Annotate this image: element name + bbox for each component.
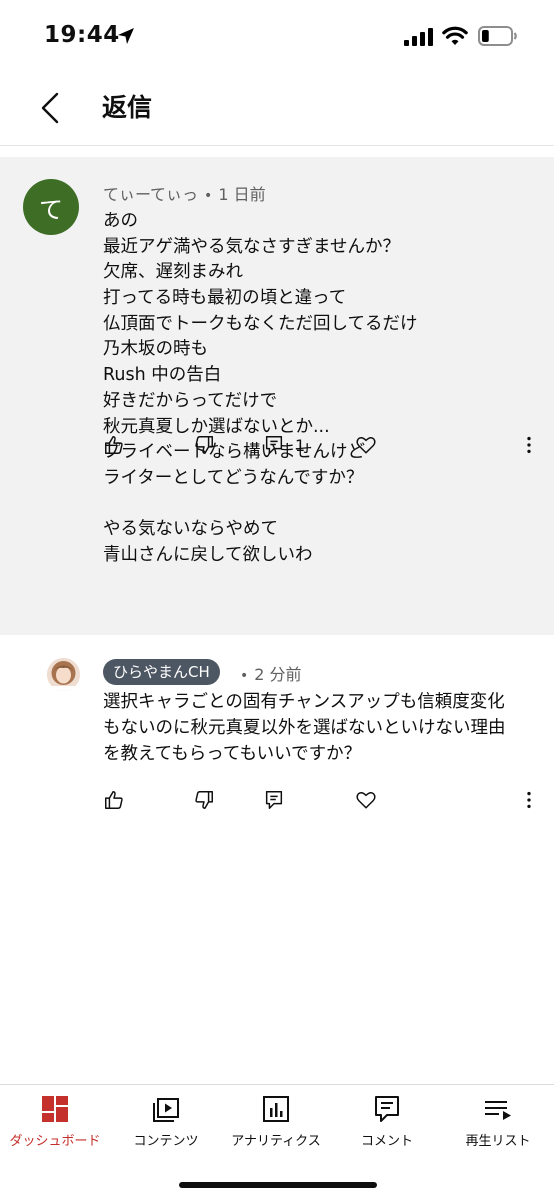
nav-item-analytics[interactable]: アナリティクス — [221, 1095, 331, 1155]
comment-actions — [0, 783, 554, 817]
reply-icon — [265, 436, 283, 454]
thumbs-up-icon — [105, 791, 123, 809]
comment-actions: 1 — [0, 428, 554, 462]
comment-line: 青山さんに戻して欲しいわ — [103, 544, 313, 565]
comment-line: 欠席、遅刻まみれ — [103, 262, 243, 283]
heart-button[interactable] — [355, 783, 377, 817]
comment-author[interactable]: てぃーてぃっ — [103, 185, 198, 204]
heart-icon — [356, 436, 376, 454]
status-time: 19:44 — [44, 22, 120, 48]
location-arrow-icon — [118, 28, 134, 44]
more-vertical-icon — [527, 436, 531, 454]
dislike-button[interactable] — [193, 428, 215, 462]
nav-label: ダッシュボード — [9, 1134, 101, 1149]
back-button[interactable] — [30, 86, 70, 130]
nav-item-comments[interactable]: コメント — [332, 1095, 442, 1155]
meta-separator: • — [204, 188, 213, 204]
comment-line: もないのに秋元真夏以外を選ばないといけない理由 — [103, 718, 506, 738]
comment-line: を教えてもらってもいいですか？ — [103, 744, 362, 764]
comment-time: 2 分前 — [254, 665, 302, 684]
comment-line: 乃木坂の時も — [103, 339, 208, 360]
content-icon — [153, 1098, 179, 1122]
heart-icon — [356, 791, 376, 809]
comment-icon — [375, 1096, 399, 1122]
thumbs-down-icon — [195, 436, 213, 454]
comment-line: 選択キャラごとの固有チャンスアップも信頼度変化 — [103, 692, 505, 712]
more-options-button[interactable] — [518, 428, 540, 462]
cellular-signal-icon — [404, 28, 433, 46]
comment-line: 仏頂面でトークもなくただ回してるだけ — [103, 313, 418, 334]
avatar[interactable] — [47, 658, 80, 691]
more-vertical-icon — [527, 791, 531, 809]
comment-line: やる気ないならやめて — [103, 519, 278, 540]
comment-line: あの — [103, 211, 138, 231]
comment-text: 選択キャラごとの固有チャンスアップも信頼度変化 もないのに秋元真夏以外を選ばない… — [103, 689, 543, 767]
comment-meta: てぃーてぃっ • 1 日前 — [103, 181, 266, 205]
reply-count: 1 — [295, 435, 306, 455]
home-indicator[interactable] — [179, 1182, 377, 1188]
nav-label: コメント — [360, 1134, 413, 1149]
avatar[interactable]: て — [23, 179, 79, 235]
nav-item-playlists[interactable]: 再生リスト — [443, 1095, 553, 1155]
like-button[interactable] — [103, 428, 125, 462]
reply-button[interactable]: 1 — [263, 428, 305, 462]
app-header: 返信 — [0, 72, 554, 146]
comment-line: 打ってる時も最初の頃と違って — [103, 288, 347, 309]
avatar-letter: て — [39, 195, 63, 224]
heart-button[interactable] — [355, 428, 377, 462]
comment-meta: • 2 分前 — [234, 661, 302, 685]
nav-label: アナリティクス — [231, 1134, 321, 1149]
author-chip[interactable]: ひらやまんCH — [103, 659, 220, 685]
comment-line: Rush 中の告白 — [103, 365, 222, 386]
parent-comment: て てぃーてぃっ • 1 日前 あの 最近アゲ満やる気なさすぎませんか？ 欠席、遅刻… — [0, 157, 554, 635]
comment-line — [103, 492, 533, 518]
nav-item-content[interactable]: コンテンツ — [111, 1095, 221, 1155]
nav-item-dashboard[interactable]: ダッシュボード — [0, 1095, 110, 1155]
thumbs-up-icon — [105, 436, 123, 454]
comment-line: 最近アゲ満やる気なさすぎませんか？ — [103, 236, 400, 257]
nav-label: コンテンツ — [133, 1134, 199, 1149]
comment-line: 好きだからってだけで — [103, 390, 278, 411]
reply-button[interactable] — [263, 783, 285, 817]
like-button[interactable] — [103, 783, 125, 817]
dislike-button[interactable] — [193, 783, 215, 817]
dashboard-icon — [42, 1096, 68, 1122]
page-title: 返信 — [102, 93, 153, 122]
meta-separator: • — [240, 668, 249, 684]
status-bar: 19:44 — [0, 0, 554, 72]
comment-time: 1 日前 — [218, 185, 266, 204]
wifi-icon — [442, 26, 468, 45]
analytics-icon — [263, 1096, 289, 1122]
comment-text: あの 最近アゲ満やる気なさすぎませんか？ 欠席、遅刻まみれ 打ってる時も最初の頃… — [103, 209, 533, 569]
comment-line: ライターとしてどうなんですか？ — [103, 467, 364, 488]
chevron-left-icon — [41, 92, 59, 124]
playlist-icon — [485, 1101, 511, 1120]
reply-icon — [265, 791, 283, 809]
more-options-button[interactable] — [518, 783, 540, 817]
battery-icon — [478, 26, 517, 46]
avatar-photo — [47, 658, 80, 691]
nav-label: 再生リスト — [465, 1134, 531, 1149]
thumbs-down-icon — [195, 791, 213, 809]
